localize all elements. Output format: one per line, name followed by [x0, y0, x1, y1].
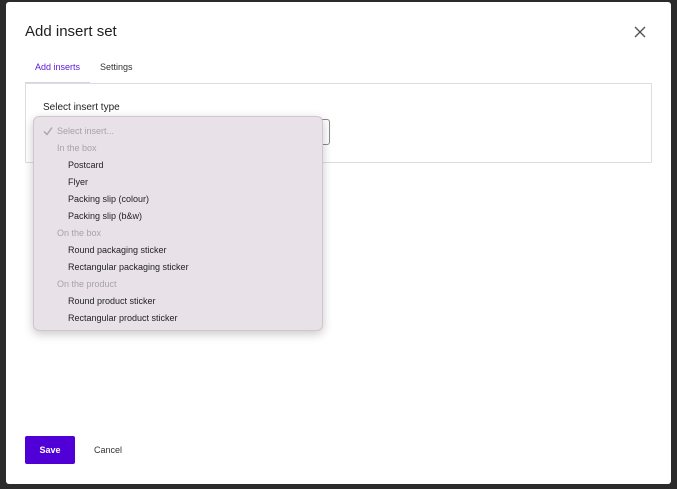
group-label-in-the-box: In the box [57, 143, 97, 153]
option-postcard[interactable]: Postcard [34, 157, 322, 174]
option-flyer[interactable]: Flyer [34, 174, 322, 191]
option-rectangular-product-sticker[interactable]: Rectangular product sticker [34, 310, 322, 327]
group-label-on-the-product: On the product [57, 279, 117, 289]
option-round-product-sticker[interactable]: Round product sticker [34, 293, 322, 310]
cancel-button[interactable]: Cancel [86, 436, 130, 464]
check-icon [43, 127, 53, 136]
tab-bar: Add inserts Settings [25, 58, 143, 84]
add-insert-set-dialog: Add insert set Add inserts Settings Sele… [6, 2, 671, 484]
insert-type-dropdown-menu: Select insert... In the box Postcard Fly… [33, 116, 323, 331]
option-packing-slip-colour[interactable]: Packing slip (colour) [34, 191, 322, 208]
close-icon [634, 26, 646, 38]
save-button[interactable]: Save [25, 436, 75, 464]
dropdown-placeholder-option[interactable]: Select insert... [34, 123, 322, 140]
option-packing-slip-bw[interactable]: Packing slip (b&w) [34, 208, 322, 225]
close-button[interactable] [630, 22, 650, 42]
option-rectangular-packaging-sticker[interactable]: Rectangular packaging sticker [34, 259, 322, 276]
tab-add-inserts[interactable]: Add inserts [25, 58, 91, 84]
option-round-packaging-sticker[interactable]: Round packaging sticker [34, 242, 322, 259]
group-label-on-the-box: On the box [57, 228, 102, 238]
tab-settings[interactable]: Settings [90, 58, 143, 84]
dialog-title: Add insert set [25, 23, 117, 40]
select-insert-type-label: Select insert type [43, 102, 120, 113]
placeholder-label: Select insert... [57, 126, 115, 136]
